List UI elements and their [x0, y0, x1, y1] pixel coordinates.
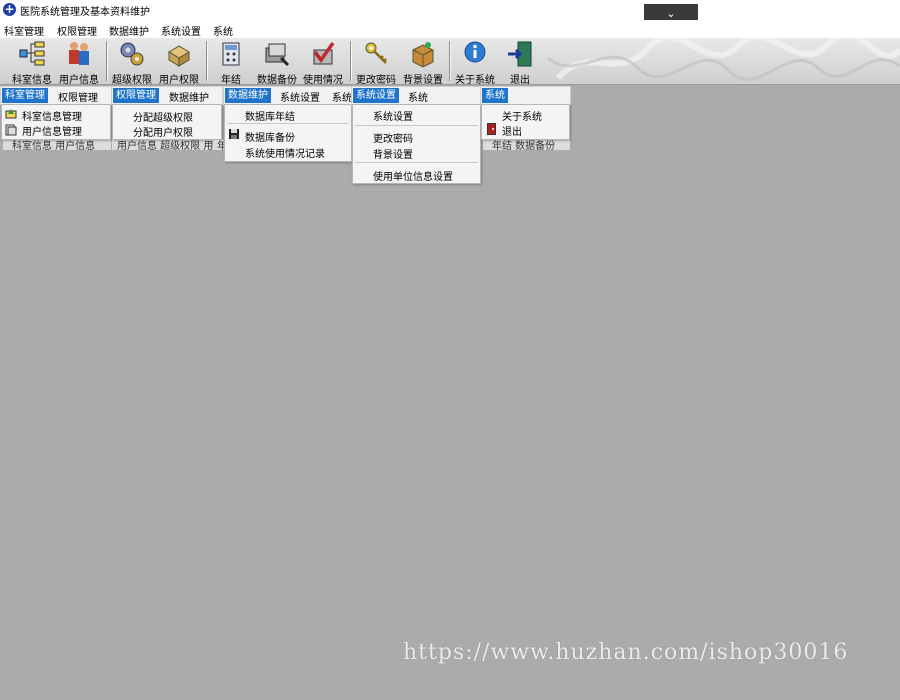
toolbar-label: 更改密码	[356, 75, 396, 85]
dropdown-dept: 科室信息管理 用户信息管理	[1, 104, 111, 140]
toolbar-label: 关于系统	[455, 75, 495, 85]
menu-item-exit[interactable]: 退出	[502, 123, 522, 138]
toolbar-label: 超级权限	[112, 75, 152, 85]
dropdown-permissions: 分配超级权限 分配用户权限	[112, 104, 222, 140]
menu-item-unit-info[interactable]: 使用单位信息设置	[373, 168, 453, 183]
menu-item-system-settings[interactable]: 系统设置	[373, 108, 413, 123]
exit-door-icon	[508, 41, 532, 67]
toolbar-user-permission-button[interactable]: 用户权限	[156, 39, 202, 85]
menu-strip-settings: 系统设置 系统	[351, 86, 481, 105]
dept-item-icon	[5, 109, 17, 119]
box-icon	[168, 45, 190, 67]
users-list-icon	[5, 124, 17, 136]
menu-item-usage-log[interactable]: 系统使用情况记录	[245, 145, 325, 160]
toolbar-usage-button[interactable]: 使用情况	[300, 39, 346, 85]
toolbar-preview-strip: 用户信息 超级权限 用	[112, 140, 222, 150]
menu-data[interactable]: 数据维护	[169, 89, 209, 104]
menu-data-active[interactable]: 数据维护	[225, 88, 271, 103]
menu-separator	[227, 123, 349, 124]
toolbar-year-end-button[interactable]: 年结	[213, 39, 249, 85]
menu-item-assign-user[interactable]: 分配用户权限	[133, 124, 193, 139]
menu-permissions[interactable]: 权限管理	[58, 89, 98, 104]
calculator-icon	[222, 42, 240, 66]
key-icon	[365, 42, 387, 64]
menu-item-year-end[interactable]: 数据库年结	[245, 108, 295, 123]
toolbar-user-info-button[interactable]: 用户信息	[56, 39, 102, 85]
toolbar-about-button[interactable]: 关于系统	[452, 39, 498, 85]
toolbar-exit-button[interactable]: 退出	[500, 39, 540, 85]
toolbar-preview-strip: 年结 数据备份	[483, 140, 570, 150]
users-icon	[69, 42, 89, 65]
floppy-disk-icon	[229, 129, 239, 139]
toolbar-preview-strip: 科室信息 用户信息	[3, 140, 111, 150]
org-chart-icon	[19, 41, 45, 66]
menu-bar: 科室管理 权限管理 数据维护 系统设置 系统	[0, 20, 900, 38]
background-pattern-icon	[548, 38, 900, 81]
menu-dept[interactable]: 科室管理	[4, 23, 44, 38]
toolbar-label: 年结	[221, 75, 241, 85]
menu-system[interactable]: 系统	[408, 89, 428, 104]
menu-item-background[interactable]: 背景设置	[373, 146, 413, 161]
info-icon	[464, 41, 486, 63]
dropdown-data: 数据库年结 数据库备份 系统使用情况记录	[224, 104, 352, 162]
toolbar-change-password-button[interactable]: 更改密码	[353, 39, 399, 85]
menu-item-assign-super[interactable]: 分配超级权限	[133, 109, 193, 124]
gears-icon	[120, 42, 144, 66]
app-plus-icon: +	[3, 2, 16, 16]
menu-strip-data: 数据维护 系统设置 系统	[223, 86, 352, 105]
menu-system-active[interactable]: 系统	[482, 88, 508, 103]
title-bar: + 医院系统管理及基本资料维护 ⌄	[0, 0, 900, 23]
menu-item-backup[interactable]: 数据库备份	[245, 129, 295, 144]
dropdown-system: 关于系统 退出	[481, 104, 570, 140]
menu-item-about[interactable]: 关于系统	[502, 108, 542, 123]
menu-separator	[355, 125, 478, 126]
exit-door-icon	[487, 123, 496, 135]
toolbar: 科室信息 用户信息 超级权限 用户权限 年结 数据备份 使用情况 更改密码 背景…	[0, 38, 900, 85]
toolbar-separator	[350, 41, 352, 81]
toolbar-dept-info-button[interactable]: 科室信息	[9, 39, 55, 85]
toolbar-label: 科室信息	[12, 75, 52, 85]
menu-separator	[355, 162, 478, 163]
menu-system[interactable]: 系统	[332, 89, 352, 104]
menu-system[interactable]: 系统	[213, 23, 233, 38]
toolbar-separator	[206, 41, 208, 81]
toolbar-label: 背景设置	[403, 75, 443, 85]
toolbar-separator	[449, 41, 451, 81]
menu-permissions-active[interactable]: 权限管理	[113, 88, 159, 103]
toolbar-background-button[interactable]: 背景设置	[400, 39, 446, 85]
toolbar-label: 退出	[510, 75, 530, 85]
menu-strip-permissions: 权限管理 数据维护	[111, 86, 223, 105]
toolbar-super-permission-button[interactable]: 超级权限	[109, 39, 155, 85]
window-title: 医院系统管理及基本资料维护	[20, 7, 150, 18]
backup-disk-icon	[265, 43, 290, 67]
menu-dept-active[interactable]: 科室管理	[2, 88, 48, 103]
menu-data[interactable]: 数据维护	[109, 23, 149, 38]
menu-strip-dept: 科室管理 权限管理	[0, 86, 112, 105]
package-icon	[412, 42, 434, 68]
toolbar-label: 用户信息	[59, 75, 99, 85]
menu-item-user-info[interactable]: 用户信息管理	[22, 123, 82, 138]
checkmark-usage-icon	[313, 41, 335, 65]
watermark-text: https://www.huzhan.com/ishop30016	[403, 640, 849, 665]
toolbar-label: 数据备份	[257, 75, 297, 85]
menu-item-change-password[interactable]: 更改密码	[373, 130, 413, 145]
menu-item-dept-info[interactable]: 科室信息管理	[22, 108, 82, 123]
toolbar-label: 用户权限	[159, 75, 199, 85]
dropdown-settings: 系统设置 更改密码 背景设置 使用单位信息设置	[352, 104, 481, 184]
menu-strip-system: 系统	[480, 86, 571, 105]
toolbar-label: 使用情况	[303, 75, 343, 85]
menu-permissions[interactable]: 权限管理	[57, 23, 97, 38]
menu-settings[interactable]: 系统设置	[280, 89, 320, 104]
toolbar-backup-button[interactable]: 数据备份	[254, 39, 300, 85]
toolbar-separator	[106, 41, 108, 81]
menu-settings[interactable]: 系统设置	[161, 23, 201, 38]
menu-settings-active[interactable]: 系统设置	[353, 88, 399, 103]
